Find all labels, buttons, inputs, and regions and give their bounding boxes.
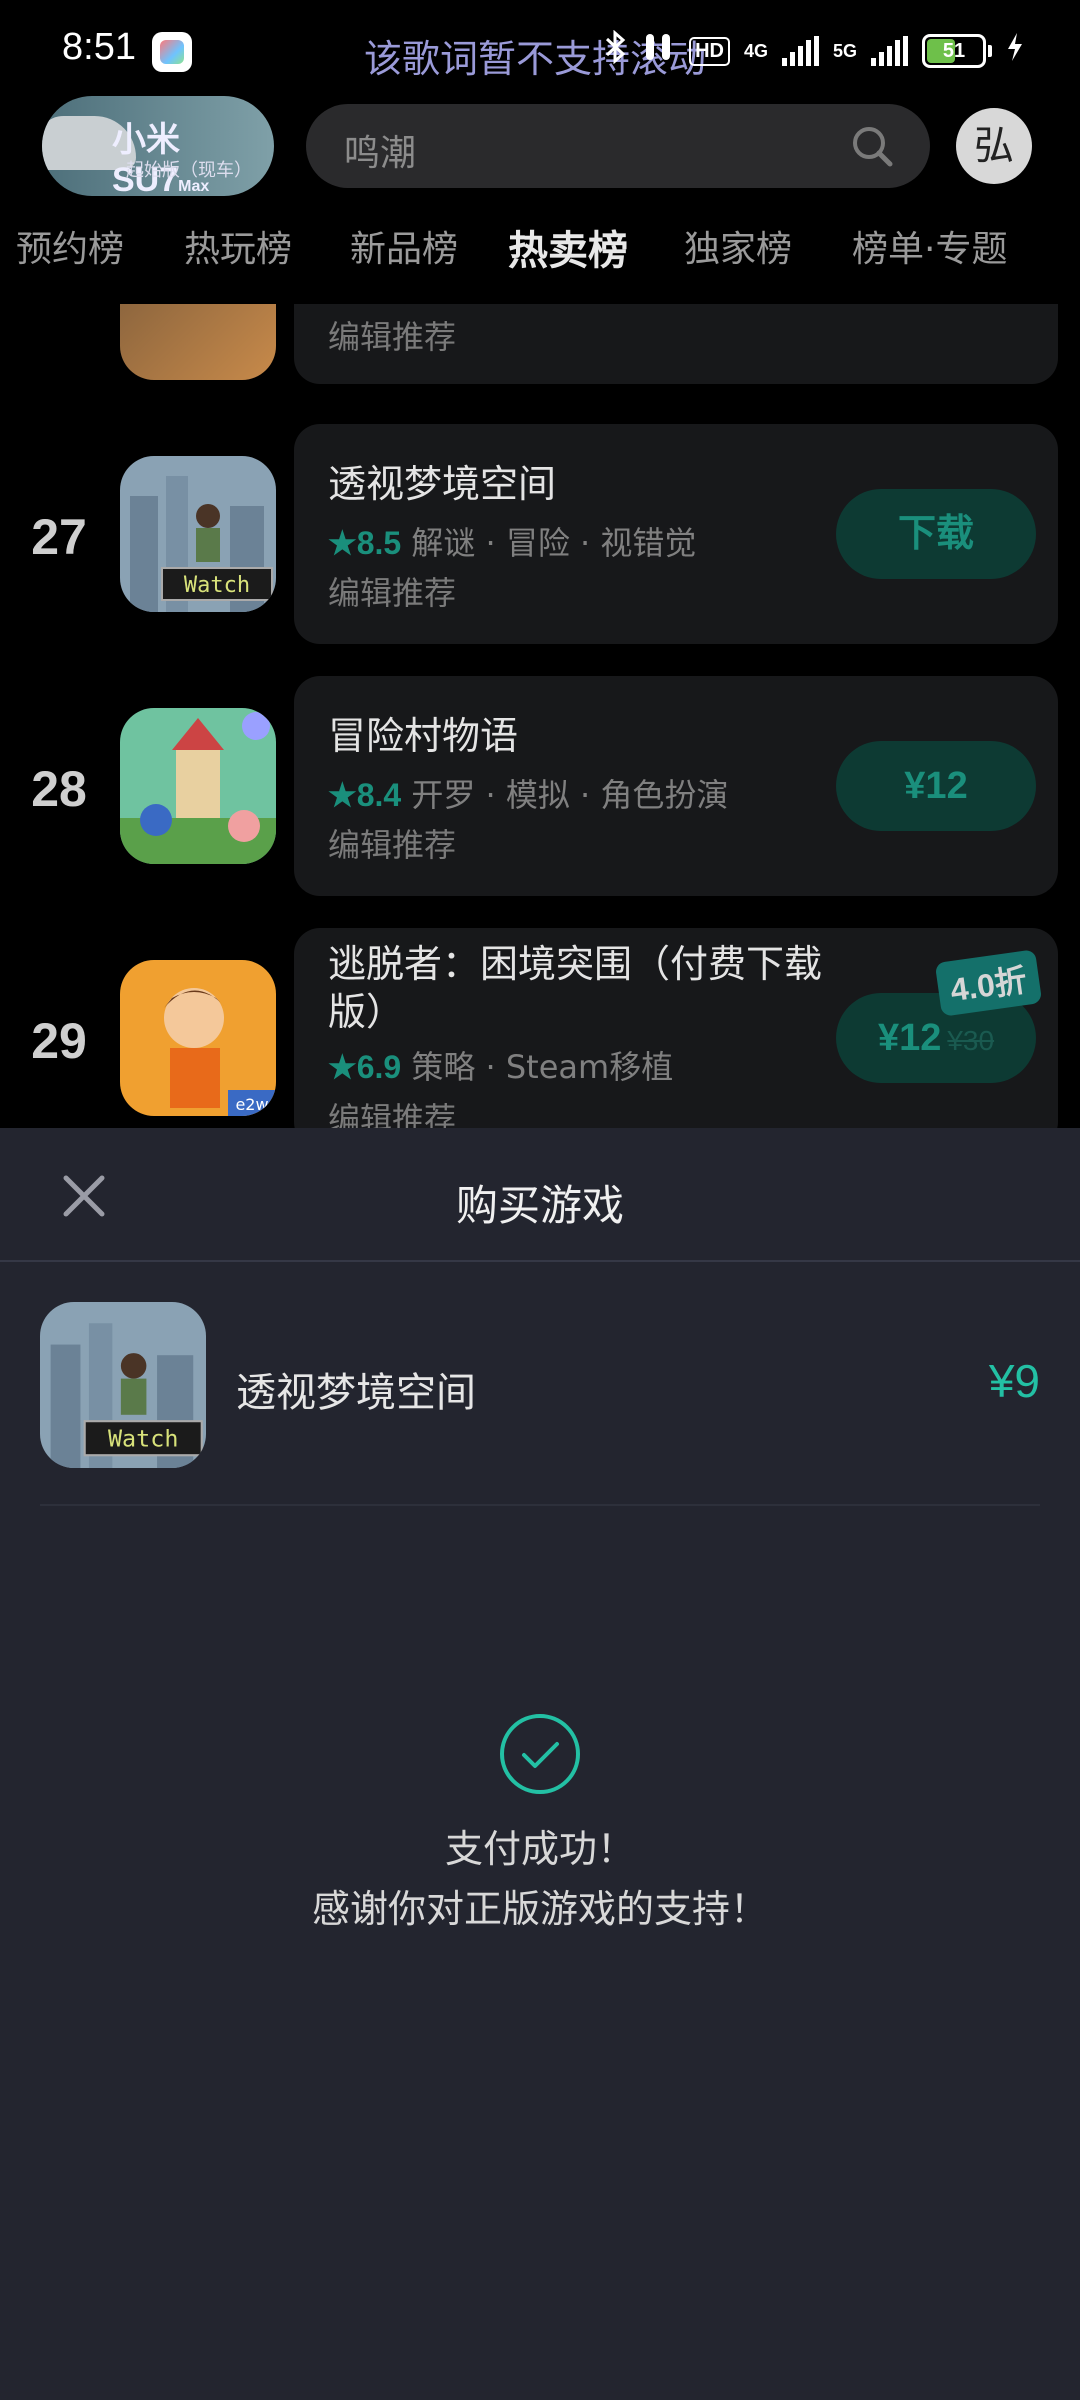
- signal-icon-2: [871, 36, 908, 66]
- tab-best-selling[interactable]: 热卖榜: [508, 218, 628, 276]
- app-name: 冒险村物语: [328, 714, 519, 758]
- tab-hot-play[interactable]: 热玩榜: [184, 220, 292, 272]
- banner-subtitle: 起始版（现车）: [126, 160, 252, 181]
- status-bar: 8:51 该歌词暂不支持滚动 HD 4G 5G 51: [0, 0, 1080, 100]
- app-meta: ★8.4 开罗 · 模拟 · 角色扮演: [328, 776, 729, 814]
- purchase-sheet: 购买游戏 Watch 透视梦境空间 ¥9 支付成功！ 感谢你对正版游戏的支持！: [0, 1128, 1080, 2400]
- payment-success-text: 支付成功！: [444, 1827, 635, 1871]
- download-button[interactable]: 下载: [836, 489, 1036, 579]
- check-circle-icon: [500, 1714, 580, 1794]
- rank-number: 28: [31, 761, 87, 817]
- ranking-list[interactable]: 编辑推荐 27 Watch 透视梦境空间 ★8.5 解谜 · 冒险 · 视错觉 …: [0, 304, 1080, 1128]
- list-item[interactable]: 28 冒险村物语 ★8.4 开罗 · 模拟 · 角色扮演 编辑推荐 ¥12: [0, 676, 1080, 896]
- signal-icon: [781, 36, 819, 66]
- sheet-title: 购买游戏: [455, 1181, 624, 1230]
- list-item[interactable]: 29 e2w 逃脱者：困境突围（付费下载版） ★6.9 策略 · Steam移植…: [0, 928, 1080, 1128]
- list-item[interactable]: 编辑推荐: [0, 304, 1080, 384]
- editor-recommend: 编辑推荐: [328, 318, 457, 356]
- battery-icon: 51: [922, 34, 992, 68]
- game-price: ¥9: [988, 1355, 1040, 1407]
- list-item[interactable]: 27 Watch 透视梦境空间 ★8.5 解谜 · 冒险 · 视错觉 编辑推荐 …: [0, 424, 1080, 644]
- svg-text:Watch: Watch: [108, 1425, 178, 1453]
- app-card[interactable]: 透视梦境空间 ★8.5 解谜 · 冒险 · 视错觉 编辑推荐 下载: [294, 424, 1058, 644]
- app-icon[interactable]: Watch: [120, 456, 276, 612]
- hd-badge: HD: [689, 36, 730, 66]
- divider: [40, 1504, 1040, 1506]
- network-4g: 4G: [743, 40, 768, 61]
- app-card[interactable]: 逃脱者：困境突围（付费下载版） ★6.9 策略 · Steam移植 编辑推荐 ¥…: [294, 928, 1058, 1128]
- app-meta: ★8.5 解谜 · 冒险 · 视错觉: [328, 524, 697, 562]
- game-name: 透视梦境空间: [236, 1370, 476, 1416]
- app-name: 透视梦境空间: [328, 462, 557, 506]
- app-card[interactable]: 编辑推荐: [294, 304, 1058, 384]
- price-button[interactable]: ¥12: [836, 741, 1036, 831]
- game-icon: Watch: [40, 1302, 206, 1468]
- rank-number: 27: [31, 509, 87, 565]
- search-placeholder: 鸣潮: [344, 133, 417, 174]
- app-name: 逃脱者：困境突围（付费下载版）: [328, 942, 823, 1034]
- promo-banner[interactable]: 小米SU7Max 起始版（现车）: [42, 96, 274, 196]
- app-icon[interactable]: [120, 708, 276, 864]
- tab-topics[interactable]: 榜单·专题: [852, 220, 1007, 272]
- thanks-text: 感谢你对正版游戏的支持！: [311, 1887, 768, 1931]
- svg-text:e2w: e2w: [235, 1095, 268, 1114]
- status-icons: HD 4G 5G 51: [603, 29, 1024, 72]
- notification-app-icon: [152, 32, 192, 72]
- bluetooth-icon: [603, 29, 627, 72]
- rank-tabs: 预约榜 热玩榜 新品榜 热卖榜 独家榜 榜单·专题: [0, 208, 1080, 304]
- svg-text:Watch: Watch: [184, 573, 250, 598]
- network-5g: 5G: [832, 40, 857, 61]
- app-icon[interactable]: e2w: [120, 960, 276, 1116]
- editor-recommend: 编辑推荐: [328, 826, 457, 864]
- app-meta: ★6.9 策略 · Steam移植: [328, 1048, 674, 1086]
- charging-icon: [1006, 32, 1024, 70]
- banner-title: 小米SU7Max: [112, 121, 210, 196]
- status-time: 8:51: [62, 26, 136, 68]
- tab-exclusive[interactable]: 独家榜: [684, 220, 792, 272]
- tab-new[interactable]: 新品榜: [350, 220, 458, 272]
- user-avatar[interactable]: 弘: [956, 108, 1032, 184]
- search-icon[interactable]: [850, 124, 894, 168]
- battery-level: 51: [942, 40, 966, 62]
- app-icon: [120, 304, 276, 380]
- earbuds-icon: [641, 30, 675, 72]
- editor-recommend: 编辑推荐: [328, 574, 457, 612]
- editor-recommend: 编辑推荐: [328, 1100, 457, 1128]
- app-card[interactable]: 冒险村物语 ★8.4 开罗 · 模拟 · 角色扮演 编辑推荐 ¥12: [294, 676, 1058, 896]
- search-bar[interactable]: 鸣潮: [306, 104, 930, 188]
- original-price: ¥30: [947, 1025, 995, 1056]
- tab-reservation[interactable]: 预约榜: [16, 220, 124, 272]
- rank-number: 29: [31, 1013, 87, 1069]
- divider: [0, 1260, 1080, 1262]
- discount-badge: 4.0折: [934, 949, 1042, 1017]
